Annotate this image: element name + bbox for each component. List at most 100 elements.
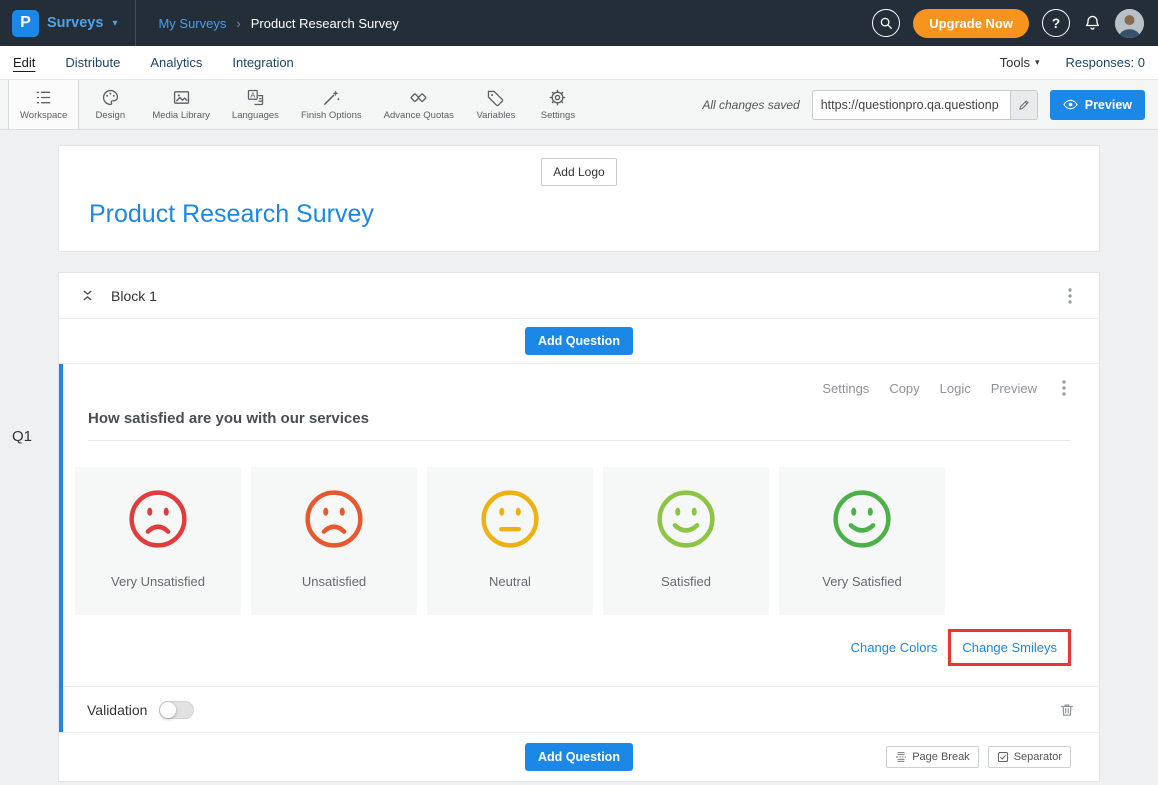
block-menu-button[interactable] bbox=[1063, 286, 1077, 306]
question-text[interactable]: How satisfied are you with our services bbox=[88, 410, 1071, 441]
languages-icon: A bbox=[246, 88, 265, 107]
search-button[interactable] bbox=[872, 9, 900, 37]
smiley-option[interactable]: Very Satisfied bbox=[779, 467, 945, 615]
question-action-link[interactable]: Preview bbox=[991, 381, 1037, 396]
validation-label: Validation bbox=[87, 702, 147, 718]
block-header: Block 1 bbox=[59, 273, 1099, 319]
upgrade-now-button[interactable]: Upgrade Now bbox=[913, 9, 1029, 38]
breadcrumb-my-surveys[interactable]: My Surveys bbox=[158, 16, 226, 31]
surveys-menu[interactable]: P Surveys ▾ bbox=[0, 0, 135, 46]
survey-url-input[interactable] bbox=[812, 90, 1010, 120]
toolbar-items: Workspace Design Media Library A Languag… bbox=[8, 80, 589, 129]
help-button[interactable]: ? bbox=[1042, 9, 1070, 37]
neutral-smiley-icon bbox=[479, 488, 541, 550]
add-question-button-top[interactable]: Add Question bbox=[525, 327, 633, 355]
toolbar-right: All changes saved Preview bbox=[702, 80, 1158, 129]
nav-tabs: Edit Distribute Analytics Integration bbox=[13, 55, 294, 70]
kebab-menu-icon bbox=[1068, 288, 1072, 304]
smiley-option-label: Unsatisfied bbox=[302, 574, 366, 589]
media-library-icon bbox=[172, 88, 191, 107]
question-action-link[interactable]: Logic bbox=[940, 381, 971, 396]
toolbar-item-label: Variables bbox=[476, 110, 515, 121]
chevron-down-icon: ▾ bbox=[1035, 57, 1040, 68]
save-status: All changes saved bbox=[702, 98, 799, 112]
toolbar-item-label: Finish Options bbox=[301, 110, 362, 121]
breadcrumb: My Surveys › Product Research Survey bbox=[158, 16, 398, 31]
settings-icon bbox=[548, 88, 567, 107]
tools-label: Tools bbox=[1000, 55, 1030, 70]
responses-count[interactable]: Responses: 0 bbox=[1066, 55, 1146, 70]
smiley-option-label: Neutral bbox=[489, 574, 531, 589]
question-body: Settings Copy Logic Preview How satisfied a… bbox=[63, 364, 1099, 686]
svg-text:A: A bbox=[250, 90, 255, 99]
add-question-row-top: Add Question bbox=[59, 319, 1099, 364]
questionpro-logo[interactable]: P bbox=[12, 10, 39, 37]
toolbar-item[interactable]: Workspace bbox=[8, 80, 79, 129]
toolbar-item[interactable]: Advance Quotas bbox=[373, 80, 465, 129]
block-card: Block 1 Add Question Q1 SettingsCopyLogi… bbox=[58, 272, 1100, 782]
toolbar-item[interactable]: Settings bbox=[527, 80, 589, 129]
bell-icon bbox=[1083, 14, 1102, 33]
nav-tab[interactable]: Analytics bbox=[150, 55, 202, 70]
tools-menu[interactable]: Tools ▾ bbox=[1000, 55, 1040, 70]
add-logo-row: Add Logo bbox=[59, 146, 1099, 186]
breadcrumb-separator-icon: › bbox=[236, 16, 240, 31]
question-container: Q1 SettingsCopyLogicPreview How satisfie… bbox=[59, 364, 1099, 732]
separator-button[interactable]: Separator bbox=[988, 746, 1071, 768]
toolbar-item-label: Advance Quotas bbox=[384, 110, 454, 121]
preview-button[interactable]: Preview bbox=[1050, 90, 1145, 120]
change-colors-link[interactable]: Change Colors bbox=[851, 640, 938, 655]
happy-smiley-icon bbox=[831, 488, 893, 550]
toolbar-item-label: Languages bbox=[232, 110, 279, 121]
workspace-icon bbox=[34, 88, 53, 107]
toolbar-item[interactable]: Media Library bbox=[141, 80, 221, 129]
collapse-block-button[interactable] bbox=[81, 288, 94, 303]
block-footer-right: Page Break Separator bbox=[886, 746, 1071, 768]
add-question-button-bottom[interactable]: Add Question bbox=[525, 743, 633, 771]
toolbar-item[interactable]: A Languages bbox=[221, 80, 290, 129]
toolbar-item[interactable]: Design bbox=[79, 80, 141, 129]
toolbar-item-label: Workspace bbox=[20, 110, 67, 121]
product-name: Surveys bbox=[47, 15, 103, 31]
smiley-option-label: Very Satisfied bbox=[822, 574, 902, 589]
edit-url-button[interactable] bbox=[1010, 90, 1038, 120]
change-smileys-link[interactable]: Change Smileys bbox=[962, 640, 1057, 655]
delete-question-button[interactable] bbox=[1059, 702, 1075, 718]
separator-label: Separator bbox=[1014, 751, 1062, 763]
smiley-option[interactable]: Very Unsatisfied bbox=[75, 467, 241, 615]
question-action-link[interactable]: Copy bbox=[889, 381, 919, 396]
page-break-label: Page Break bbox=[912, 751, 969, 763]
nav-tab[interactable]: Distribute bbox=[65, 55, 120, 70]
header-divider bbox=[135, 0, 136, 46]
page-break-icon bbox=[895, 751, 907, 763]
top-header: P Surveys ▾ My Surveys › Product Researc… bbox=[0, 0, 1158, 46]
smiley-option[interactable]: Satisfied bbox=[603, 467, 769, 615]
survey-title[interactable]: Product Research Survey bbox=[89, 200, 1099, 229]
sad-smiley-icon bbox=[303, 488, 365, 550]
page-break-button[interactable]: Page Break bbox=[886, 746, 978, 768]
toolbar-item-label: Settings bbox=[541, 110, 575, 121]
nav-tab[interactable]: Integration bbox=[232, 55, 293, 70]
validation-toggle[interactable] bbox=[159, 701, 194, 719]
question-menu-button[interactable] bbox=[1057, 378, 1071, 398]
notifications-button[interactable] bbox=[1083, 14, 1102, 33]
smiley-option-label: Very Unsatisfied bbox=[111, 574, 205, 589]
add-logo-button[interactable]: Add Logo bbox=[541, 158, 616, 186]
header-actions: Upgrade Now ? bbox=[872, 9, 1158, 38]
variables-icon bbox=[486, 88, 505, 107]
toolbar-item[interactable]: Finish Options bbox=[290, 80, 373, 129]
avatar[interactable] bbox=[1115, 9, 1144, 38]
separator-icon bbox=[997, 751, 1009, 763]
survey-canvas: Add Logo Product Research Survey Block 1… bbox=[0, 130, 1158, 782]
change-smileys-highlight: Change Smileys bbox=[948, 629, 1071, 666]
section-nav: Edit Distribute Analytics Integration Tools… bbox=[0, 46, 1158, 80]
smiley-option[interactable]: Neutral bbox=[427, 467, 593, 615]
nav-tab[interactable]: Edit bbox=[13, 55, 35, 70]
smiley-option[interactable]: Unsatisfied bbox=[251, 467, 417, 615]
eye-icon bbox=[1063, 99, 1078, 110]
trash-icon bbox=[1059, 702, 1075, 718]
question-mark-icon: ? bbox=[1052, 16, 1060, 31]
question-action-link[interactable]: Settings bbox=[822, 381, 869, 396]
toolbar-item[interactable]: Variables bbox=[465, 80, 527, 129]
design-icon bbox=[101, 88, 120, 107]
